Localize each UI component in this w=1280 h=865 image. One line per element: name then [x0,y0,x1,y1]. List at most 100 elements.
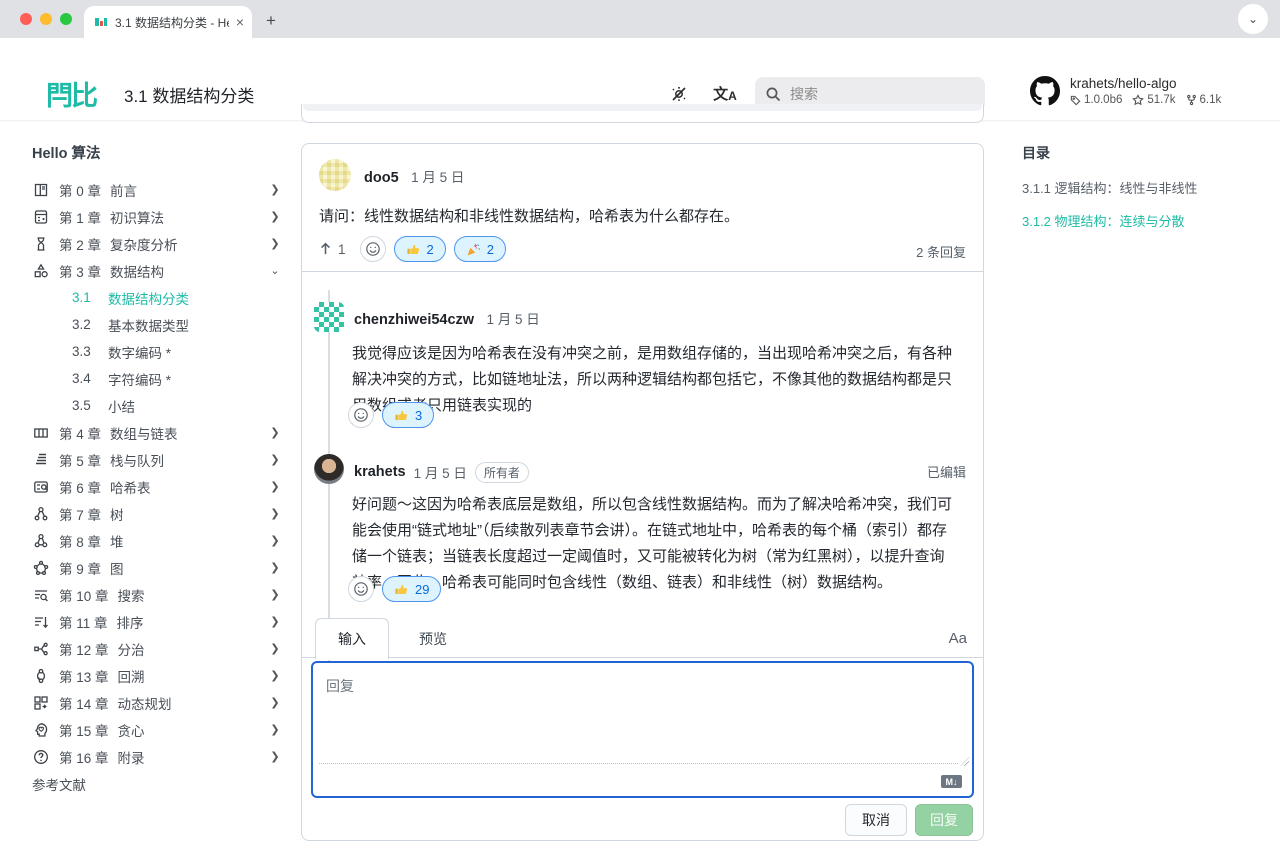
sidebar-item-第7章[interactable]: 第 7 章树❯ [32,500,282,527]
chevron-right-icon[interactable]: ❯ [268,507,282,520]
upvote-button[interactable]: 1 [319,242,346,257]
sidebar-item-第11章[interactable]: 第 11 章排序❯ [32,608,282,635]
stack-icon [32,451,49,468]
sidebar-item-第4章[interactable]: 第 4 章数组与链表❯ [32,419,282,446]
sidebar-item-label: 参考文献 [32,774,86,794]
add-reaction-button[interactable] [348,402,374,428]
markdown-icon[interactable]: M↓ [941,775,962,788]
sidebar-item-label: 第 0 章前言 [59,180,258,200]
resize-handle[interactable] [960,757,969,766]
chevron-right-icon[interactable]: ❯ [268,480,282,493]
sidebar-item-3.3[interactable]: 3.3数字编码 * [32,338,282,365]
tab-preview[interactable]: 预览 [397,618,469,659]
toc-title: 目录 [1022,143,1262,163]
section-number: 3.4 [72,371,98,386]
reaction-count: 2 [427,242,434,257]
add-reaction-button[interactable] [360,236,386,262]
reaction-pill[interactable]: 2 [454,236,506,262]
avatar[interactable] [314,454,344,484]
hello-algo-logo[interactable]: 閂比 [46,74,96,113]
reply-author[interactable]: chenzhiwei54czw [354,312,474,328]
search-input[interactable] [790,86,950,102]
sidebar-item-第2章[interactable]: 第 2 章复杂度分析❯ [32,230,282,257]
sidebar-item-references[interactable]: 参考文献 [32,770,282,797]
book-icon [32,181,49,198]
chevron-right-icon[interactable]: ❯ [268,669,282,682]
minimize-window-button[interactable] [40,13,52,25]
reaction-pill[interactable]: 3 [382,402,434,428]
chevron-right-icon[interactable]: ❯ [268,723,282,736]
toc-item[interactable]: 3.1.1 逻辑结构：线性与非线性 [1022,178,1262,197]
new-tab-button[interactable]: + [266,11,276,31]
comment-body: 请问：线性数据结构和非线性数据结构，哈希表为什么都存在。 [319,204,959,229]
sidebar-item-第16章[interactable]: 第 16 章附录 ❯ [32,743,282,770]
chevron-right-icon[interactable]: ❯ [268,696,282,709]
zoom-window-button[interactable] [60,13,72,25]
sidebar-item-3.2[interactable]: 3.2基本数据类型 [32,311,282,338]
sidebar-item-3.4[interactable]: 3.4字符编码 * [32,365,282,392]
repo-version: 1.0.0b6 [1070,94,1122,106]
sidebar-item-第1章[interactable]: 第 1 章初识算法❯ [32,203,282,230]
reaction-pill[interactable]: 2 [394,236,446,262]
sidebar-item-第3章[interactable]: 第 3 章数据结构⌄ [32,257,282,284]
browser-tab[interactable]: 3.1 数据结构分类 - Hello 算法 × [84,6,252,38]
reply-textarea[interactable]: 回复 [326,676,354,696]
sidebar-item-label: 第 6 章哈希表 [59,477,258,497]
upvote-arrow-icon [319,242,332,256]
sidebar-item-label: 第 8 章堆 [59,531,258,551]
editor-footer-divider [319,763,958,764]
close-window-button[interactable] [20,13,32,25]
text-format-button[interactable]: Aa [949,630,967,647]
heap-icon [32,532,49,549]
chevron-right-icon[interactable]: ❯ [268,615,282,628]
sidebar-item-第10章[interactable]: 第 10 章搜索 ❯ [32,581,282,608]
sidebar-item-第0章[interactable]: 第 0 章前言 ❯ [32,176,282,203]
graph-icon [32,559,49,576]
add-reaction-button[interactable] [348,576,374,602]
chevron-right-icon[interactable]: ❯ [268,534,282,547]
chevron-right-icon[interactable]: ❯ [268,210,282,223]
tab-input[interactable]: 输入 [315,618,389,659]
previous-comment-cutoff [301,104,984,123]
editor-tabs-row: 输入 预览 Aa [302,614,983,658]
chevron-right-icon[interactable]: ❯ [268,426,282,439]
chevron-down-icon[interactable]: ⌄ [268,264,282,277]
sidebar-item-第8章[interactable]: 第 8 章堆 ❯ [32,527,282,554]
toc-item[interactable]: 3.1.2 物理结构：连续与分散 [1022,211,1262,230]
tab-overflow-chevron-icon[interactable]: ⌄ [1238,4,1268,34]
comment-author[interactable]: doo5 [364,170,399,186]
avatar[interactable] [319,159,351,191]
tab-close-icon[interactable]: × [236,15,244,29]
smiley-icon [353,581,369,597]
sidebar-item-label: 第 5 章栈与队列 [59,450,258,470]
language-translate-icon[interactable]: 文A [712,80,738,106]
theme-toggle-icon[interactable] [666,80,692,106]
toc-list: 3.1.1 逻辑结构：线性与非线性 3.1.2 物理结构：连续与分散 [1022,178,1262,230]
chevron-right-icon[interactable]: ❯ [268,750,282,763]
reply-submit-button[interactable]: 回复 [915,804,973,836]
reply-author[interactable]: krahets [354,464,406,480]
sidebar-item-第14章[interactable]: 第 14 章动态规划❯ [32,689,282,716]
reaction-pill[interactable]: 29 [382,576,441,602]
sidebar-item-label: 第 10 章搜索 [59,585,258,605]
cancel-button[interactable]: 取消 [845,804,907,836]
section-title: 基本数据类型 [108,315,189,335]
sidebar-nav-list: 第 0 章前言❯第 1 章初识算法❯第 2 章复杂度分析❯第 3 章数据结构⌄3… [32,176,282,797]
chevron-right-icon[interactable]: ❯ [268,561,282,574]
sidebar-item-第6章[interactable]: 第 6 章哈希表 ❯ [32,473,282,500]
chevron-right-icon[interactable]: ❯ [268,237,282,250]
chevron-right-icon[interactable]: ❯ [268,453,282,466]
sidebar-item-第12章[interactable]: 第 12 章分治❯ [32,635,282,662]
sidebar-item-3.5[interactable]: 3.5小结 [32,392,282,419]
chevron-right-icon[interactable]: ❯ [268,642,282,655]
sidebar-item-第9章[interactable]: 第 9 章图❯ [32,554,282,581]
sidebar-item-第13章[interactable]: 第 13 章回溯❯ [32,662,282,689]
sidebar-item-第15章[interactable]: 第 15 章贪心❯ [32,716,282,743]
sidebar-item-label: 第 16 章附录 [59,747,258,767]
chevron-right-icon[interactable]: ❯ [268,183,282,196]
sidebar-item-3.1[interactable]: 3.1数据结构分类 [32,284,282,311]
sidebar-item-第5章[interactable]: 第 5 章栈与队列 ❯ [32,446,282,473]
avatar[interactable] [314,302,344,332]
chevron-right-icon[interactable]: ❯ [268,588,282,601]
github-repo-widget[interactable]: krahets/hello-algo 1.0.0b6 51.7k 6.1k [1030,76,1221,106]
